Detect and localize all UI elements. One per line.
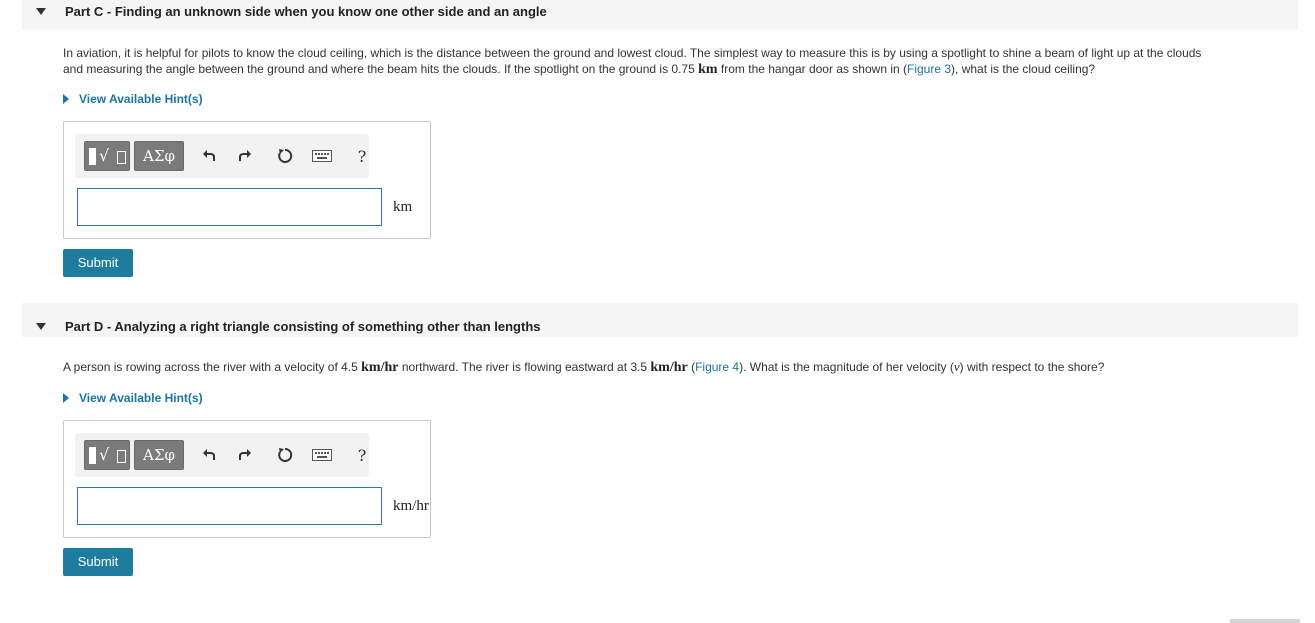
part-c-question-line1: In aviation, it is helpful for pilots to…	[63, 46, 1202, 60]
unit-km-hr: km/hr	[361, 360, 399, 375]
sqrt-icon: √	[99, 445, 110, 464]
part-d-view-hints[interactable]: View Available Hint(s)	[63, 391, 203, 405]
part-d-title: Part D - Analyzing a right triangle cons…	[65, 319, 541, 334]
scroll-indicator	[1230, 619, 1300, 623]
part-d-answer-input[interactable]	[77, 487, 382, 525]
part-c-unit: km	[393, 199, 413, 215]
expand-triangle-icon	[63, 94, 69, 104]
redo-icon[interactable]	[234, 145, 256, 167]
greek-symbols-button[interactable]: ΑΣφ	[134, 440, 184, 470]
greek-symbols-button[interactable]: ΑΣφ	[134, 141, 184, 171]
part-c-submit-button[interactable]: Submit	[63, 249, 133, 277]
template-placeholder-icon	[117, 450, 126, 463]
template-box-icon	[89, 148, 96, 165]
template-placeholder-icon	[117, 151, 126, 164]
redo-icon[interactable]	[234, 444, 256, 466]
keyboard-icon[interactable]	[311, 444, 333, 466]
sqrt-icon: √	[99, 146, 110, 165]
part-d-question: A person is rowing across the river with…	[63, 359, 1105, 375]
help-button[interactable]: ?	[351, 145, 373, 167]
math-toolbar: √ ΑΣφ ?	[75, 433, 369, 477]
undo-icon[interactable]	[198, 444, 220, 466]
view-hints-label: View Available Hint(s)	[79, 92, 203, 106]
part-d-answer-box: √ ΑΣφ ? km/hr	[63, 420, 431, 538]
part-c-answer-box: √ ΑΣφ ? km	[63, 121, 431, 239]
help-button[interactable]: ?	[351, 444, 373, 466]
collapse-caret-icon[interactable]	[36, 323, 46, 330]
view-hints-label: View Available Hint(s)	[79, 391, 203, 405]
undo-icon[interactable]	[198, 145, 220, 167]
part-d-unit: km/hr	[393, 498, 429, 514]
figure-4-link[interactable]: Figure 4	[695, 360, 739, 374]
reset-icon[interactable]	[274, 145, 296, 167]
part-c-view-hints[interactable]: View Available Hint(s)	[63, 92, 203, 106]
part-d-submit-button[interactable]: Submit	[63, 548, 133, 576]
collapse-caret-icon[interactable]	[36, 8, 46, 15]
part-c-question: In aviation, it is helpful for pilots to…	[63, 45, 1303, 78]
part-c-question-line2: and measuring the angle between the grou…	[63, 62, 1096, 77]
templates-button[interactable]: √	[84, 141, 130, 171]
figure-3-link[interactable]: Figure 3	[907, 62, 951, 76]
part-d-header[interactable]: Part D - Analyzing a right triangle cons…	[22, 303, 1298, 337]
unit-km: km	[698, 62, 718, 77]
part-c-header[interactable]: Part C - Finding an unknown side when yo…	[22, 0, 1298, 30]
part-c-answer-input[interactable]	[77, 188, 382, 226]
keyboard-icon[interactable]	[311, 145, 333, 167]
math-toolbar: √ ΑΣφ ?	[75, 134, 369, 178]
expand-triangle-icon	[63, 393, 69, 403]
templates-button[interactable]: √	[84, 440, 130, 470]
reset-icon[interactable]	[274, 444, 296, 466]
part-c-title: Part C - Finding an unknown side when yo…	[65, 4, 547, 19]
unit-km-hr: km/hr	[650, 360, 688, 375]
template-box-icon	[89, 447, 96, 464]
